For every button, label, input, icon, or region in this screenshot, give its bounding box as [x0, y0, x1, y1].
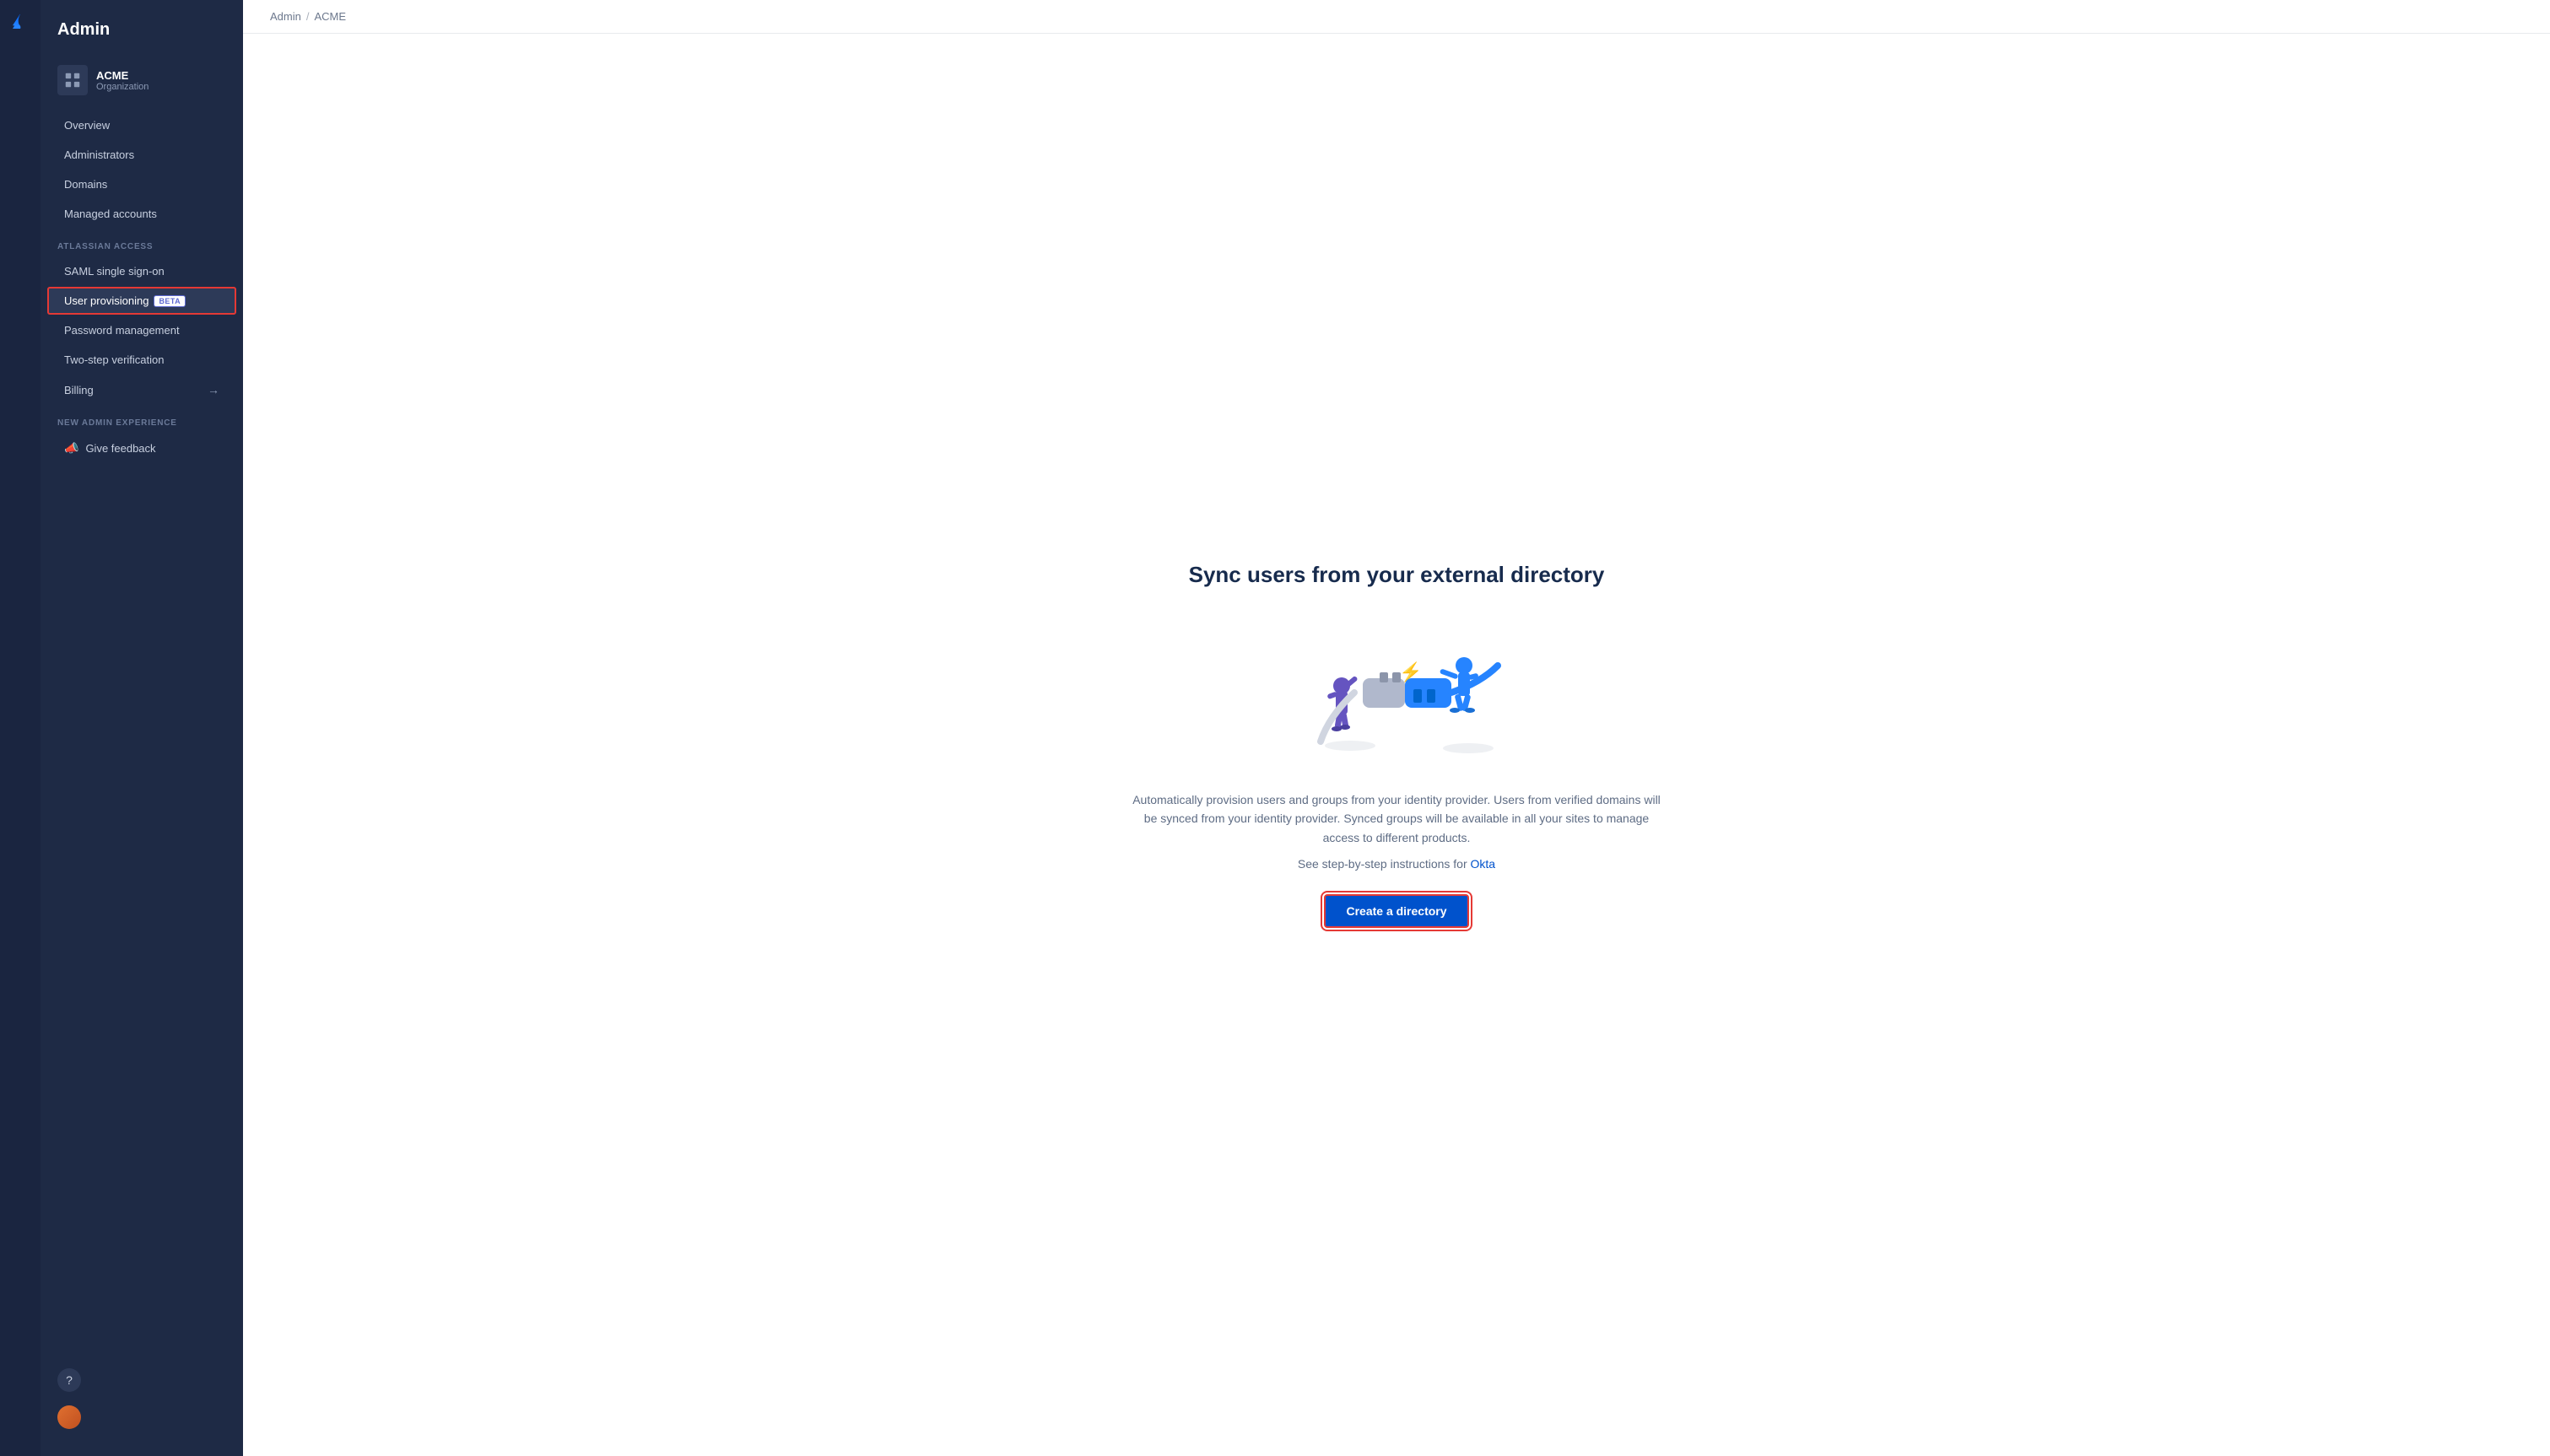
page-heading: Sync users from your external directory — [1189, 562, 1605, 588]
sidebar-item-password-management[interactable]: Password management — [47, 316, 236, 344]
step-instruction-link[interactable]: Okta — [1471, 857, 1496, 871]
breadcrumb-current: ACME — [314, 10, 346, 23]
breadcrumb-admin-link[interactable]: Admin — [270, 10, 301, 23]
step-instruction: See step-by-step instructions for Okta — [1298, 857, 1495, 871]
sidebar-item-domains[interactable]: Domains — [47, 170, 236, 198]
org-name: ACME — [96, 69, 149, 82]
content-area: Sync users from your external directory — [243, 34, 2550, 1456]
sidebar-item-user-provisioning[interactable]: User provisioning BETA — [47, 287, 236, 315]
sidebar: Admin ACME Organization Overview Adminis… — [41, 0, 243, 1456]
sidebar-title: Admin — [41, 13, 243, 57]
sidebar-item-overview[interactable]: Overview — [47, 111, 236, 139]
org-icon — [57, 65, 88, 95]
sidebar-item-give-feedback[interactable]: 📣 Give feedback — [47, 434, 236, 463]
sidebar-item-administrators[interactable]: Administrators — [47, 141, 236, 169]
description-text: Automatically provision users and groups… — [1126, 790, 1667, 847]
user-avatar[interactable] — [57, 1405, 81, 1429]
nav-section-new-admin: NEW ADMIN EXPERIENCE — [41, 405, 243, 433]
breadcrumb-separator: / — [306, 10, 310, 23]
create-directory-button[interactable]: Create a directory — [1324, 894, 1468, 928]
org-subtitle: Organization — [96, 82, 149, 92]
beta-badge: BETA — [154, 295, 186, 307]
sidebar-bottom: ? — [41, 1355, 243, 1443]
user-provisioning-content: User provisioning BETA — [64, 294, 186, 307]
org-block[interactable]: ACME Organization — [41, 57, 243, 104]
nav-section-atlassian-access: ATLASSIAN ACCESS — [41, 229, 243, 256]
sync-illustration: ⚡ — [1261, 615, 1532, 767]
main-content: Admin / ACME Sync users from your extern… — [243, 0, 2550, 1456]
icon-strip — [0, 0, 41, 1456]
org-text: ACME Organization — [96, 69, 149, 92]
atlassian-logo-icon[interactable] — [8, 10, 32, 34]
billing-arrow-icon: → — [208, 383, 219, 396]
sidebar-item-managed-accounts[interactable]: Managed accounts — [47, 200, 236, 228]
megaphone-icon: 📣 — [64, 441, 78, 456]
breadcrumb: Admin / ACME — [243, 0, 2550, 34]
sidebar-item-two-step-verification[interactable]: Two-step verification — [47, 346, 236, 374]
sidebar-item-billing[interactable]: Billing → — [47, 375, 236, 404]
help-button[interactable]: ? — [57, 1368, 81, 1392]
sidebar-item-saml-sso[interactable]: SAML single sign-on — [47, 257, 236, 285]
